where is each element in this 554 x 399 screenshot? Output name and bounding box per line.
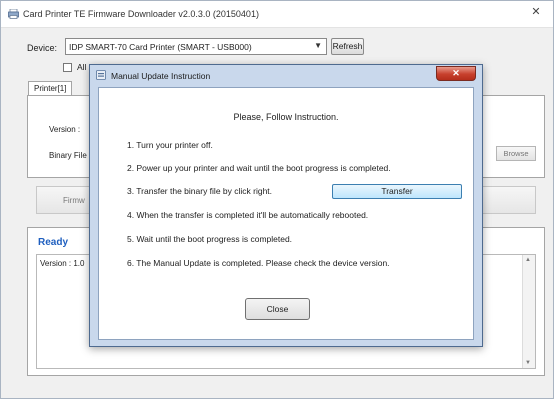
manual-update-dialog: Manual Update Instruction ✕ Please, Foll…	[89, 64, 483, 347]
transfer-button[interactable]: Transfer	[332, 184, 462, 199]
dialog-heading: Please, Follow Instruction.	[233, 112, 339, 122]
step-4: 4. When the transfer is completed it'll …	[127, 210, 369, 220]
close-icon[interactable]: ✕	[525, 4, 547, 20]
window-title: Card Printer TE Firmware Downloader v2.0…	[23, 9, 259, 19]
binary-file-label: Binary File	[49, 151, 87, 160]
dialog-close-icon[interactable]: ✕	[436, 66, 476, 81]
firmware-update-label: Firmw	[63, 196, 85, 205]
status-text: Ready	[38, 237, 69, 248]
device-select[interactable]: IDP SMART-70 Card Printer (SMART - USB00…	[65, 38, 327, 55]
all-checkbox[interactable]	[63, 63, 72, 72]
version-label: Version :	[49, 125, 81, 134]
refresh-button[interactable]: Refresh	[331, 38, 364, 55]
close-button[interactable]: Close	[245, 298, 310, 320]
app-icon	[96, 70, 106, 80]
all-checkbox-label: All	[77, 62, 87, 72]
dialog-titlebar[interactable]: Manual Update Instruction ✕	[90, 65, 482, 85]
dialog-body: Please, Follow Instruction. 1. Turn your…	[98, 87, 474, 340]
dialog-title: Manual Update Instruction	[111, 71, 211, 81]
step-5: 5. Wait until the boot progress is compl…	[127, 234, 293, 244]
log-scrollbar[interactable]: ▲ ▼	[522, 255, 535, 368]
printer-icon	[8, 9, 19, 19]
device-label: Device:	[27, 43, 58, 53]
browse-button[interactable]: Browse	[496, 146, 536, 161]
scroll-up-icon[interactable]: ▲	[525, 257, 531, 263]
tab-printer-1[interactable]: Printer[1]	[28, 81, 73, 96]
scroll-down-icon[interactable]: ▼	[525, 360, 531, 366]
chevron-down-icon[interactable]: ▼	[314, 41, 322, 50]
step-1: 1. Turn your printer off.	[127, 140, 213, 150]
step-3: 3. Transfer the binary file by click rig…	[127, 186, 273, 196]
log-text: Version : 1.0	[40, 259, 85, 268]
window-titlebar: Card Printer TE Firmware Downloader v2.0…	[1, 1, 553, 28]
step-6: 6. The Manual Update is completed. Pleas…	[127, 258, 390, 268]
device-select-value: IDP SMART-70 Card Printer (SMART - USB00…	[69, 42, 252, 52]
step-2: 2. Power up your printer and wait until …	[127, 163, 391, 173]
